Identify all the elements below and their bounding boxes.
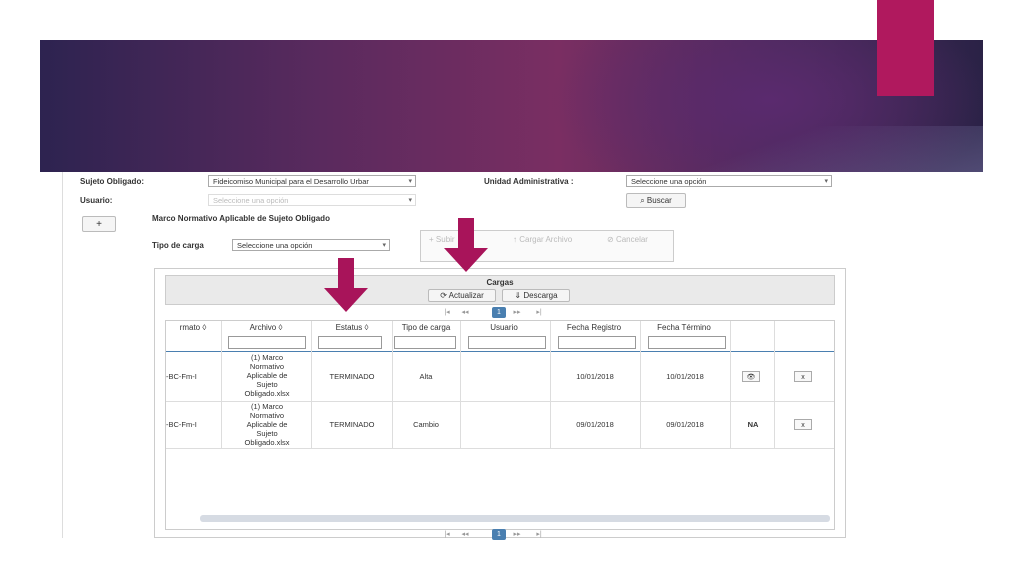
filter-fecha-registro-input[interactable] [558,336,636,349]
horizontal-scrollbar[interactable] [200,515,830,522]
usuario-label: Usuario: [80,196,113,205]
col-divider [460,321,461,449]
last-page-icon[interactable]: ▸| [532,307,546,318]
buscar-label: Buscar [646,196,672,205]
top-pager: |◂ ◂◂ 1 ▸▸ ▸| [440,307,560,319]
chevron-down-icon: ▾ [824,178,828,185]
first-page-icon[interactable]: |◂ [440,529,454,540]
close-icon: x [801,374,805,381]
bottom-pager: |◂ ◂◂ 1 ▸▸ ▸| [440,529,560,541]
col-divider [774,321,775,449]
unidad-administrativa-value: Seleccione una opción [631,177,707,186]
sujeto-obligado-select[interactable]: Fideicomiso Municipal para el Desarrollo… [208,175,416,187]
slide-banner [40,40,983,172]
refresh-icon: ⟳ [440,291,447,300]
filter-archivo-input[interactable] [228,336,306,349]
cargar-archivo-button[interactable]: ↑ Cargar Archivo [513,235,572,244]
cell-formato: -BC-Fm-I [166,372,197,381]
row-divider [166,448,834,449]
column-header-fecha-registro[interactable]: Fecha Registro [552,323,636,332]
next-page-icon[interactable]: ▸▸ [510,307,524,318]
panel-header: Cargas ⟳ Actualizar ⇓ Descarga [165,275,835,305]
filter-fecha-termino-input[interactable] [648,336,726,349]
tipo-de-carga-select[interactable]: Seleccione una opción ▾ [232,239,390,251]
col-divider [392,321,393,449]
download-icon: ⇓ [514,291,522,300]
unidad-administrativa-label: Unidad Administrativa : [484,177,574,186]
column-header-archivo[interactable]: Archivo ◊ [222,323,310,332]
upload-icon: + [429,235,436,244]
filter-tipo-carga-input[interactable] [394,336,456,349]
plus-icon: + [96,219,102,230]
cell-fecha-registro: 09/01/2018 [576,420,614,429]
usuario-placeholder: Seleccione una opción [213,196,289,205]
cell-estatus: TERMINADO [329,420,375,429]
view-button[interactable]: 👁 [742,371,760,382]
close-icon: ⊘ [607,235,616,244]
sujeto-obligado-value: Fideicomiso Municipal para el Desarrollo… [213,177,369,186]
marco-normativo-title: Marco Normativo Aplicable de Sujeto Obli… [152,214,330,223]
cell-tipo-carga: Cambio [413,420,439,429]
actualizar-button[interactable]: ⟳ Actualizar [428,289,496,302]
tipo-de-carga-label: Tipo de carga [152,241,204,250]
cell-tipo-carga: Alta [419,372,433,381]
eye-icon: 👁 [746,374,756,381]
search-icon: ⌕ [640,196,645,205]
banner-sheen [623,126,983,172]
actualizar-label: Actualizar [448,291,484,300]
column-header-usuario[interactable]: Usuario [462,323,546,332]
filter-usuario-input[interactable] [468,336,546,349]
delete-button[interactable]: x [794,371,812,382]
last-page-icon[interactable]: ▸| [532,529,546,540]
column-header-tipo-carga[interactable]: Tipo de carga [394,323,458,332]
descarga-button[interactable]: ⇓ Descarga [502,289,570,302]
usuario-select[interactable]: Seleccione una opción ▾ [208,194,416,206]
cancelar-label: Cancelar [615,235,648,244]
delete-button[interactable]: x [794,419,812,430]
next-page-icon[interactable]: ▸▸ [510,529,524,540]
col-divider [730,321,731,449]
filter-estatus-input[interactable] [318,336,382,349]
col-divider [221,321,222,449]
cargar-archivo-label: Cargar Archivo [519,235,573,244]
column-header-formato[interactable]: rmato ◊ [166,323,220,332]
current-page[interactable]: 1 [492,529,506,540]
chevron-down-icon: ▾ [408,178,412,185]
buscar-button[interactable]: ⌕ Buscar [626,193,686,208]
cell-fecha-termino: 10/01/2018 [666,372,704,381]
cancelar-button[interactable]: ⊘ Cancelar [607,235,648,244]
descarga-label: Descarga [523,291,558,300]
tipo-de-carga-value: Seleccione una opción [237,241,313,250]
col-divider [311,321,312,449]
current-page[interactable]: 1 [492,307,506,318]
accent-bar [877,0,934,96]
header-divider [166,351,834,352]
cell-estatus: TERMINADO [329,372,375,381]
arrow-down-icon [324,258,368,312]
close-icon: x [801,422,805,429]
prev-page-icon[interactable]: ◂◂ [458,529,472,540]
arrow-down-icon [444,218,488,272]
cell-accion: NA [747,420,759,429]
cell-archivo: (1) Marco Normativo Aplicable de Sujeto … [244,402,290,447]
chevron-down-icon: ▾ [382,242,386,249]
cell-fecha-termino: 09/01/2018 [666,420,704,429]
cell-fecha-registro: 10/01/2018 [576,372,614,381]
chevron-down-icon: ▾ [408,197,412,204]
col-divider [640,321,641,449]
cell-formato: -BC-Fm-I [166,420,197,429]
sujeto-obligado-label: Sujeto Obligado: [80,177,144,186]
cargas-table: rmato ◊ Archivo ◊ Estatus ◊ Tipo de carg… [165,320,835,530]
column-header-fecha-termino[interactable]: Fecha Término [642,323,726,332]
cell-archivo: (1) Marco Normativo Aplicable de Sujeto … [244,353,290,398]
unidad-administrativa-select[interactable]: Seleccione una opción ▾ [626,175,832,187]
prev-page-icon[interactable]: ◂◂ [458,307,472,318]
first-page-icon[interactable]: |◂ [440,307,454,318]
col-divider [550,321,551,449]
column-header-estatus[interactable]: Estatus ◊ [312,323,392,332]
panel-title: Cargas [486,278,514,287]
add-button[interactable]: + [82,216,116,232]
